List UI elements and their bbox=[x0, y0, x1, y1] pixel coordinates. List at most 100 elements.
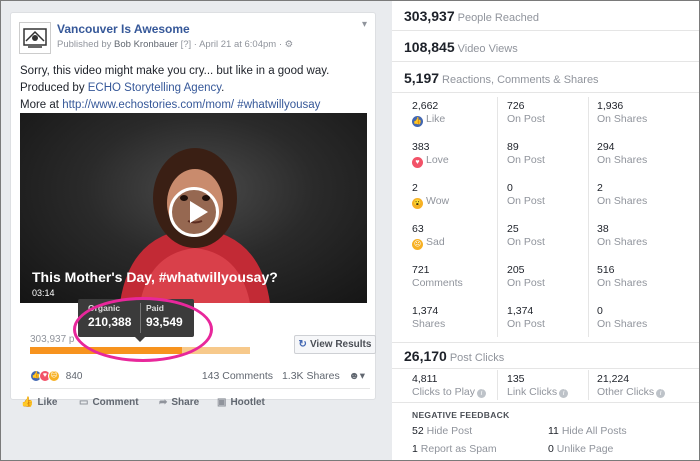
breakdown-total-cell: 1,374 Shares bbox=[412, 305, 445, 330]
breakdown-on-shares-cell-value: 0 bbox=[597, 305, 603, 317]
play-icon bbox=[190, 201, 208, 223]
reactions-summary[interactable]: 👍 ♥ ☹ 840 bbox=[30, 370, 82, 382]
paid-value: 93,549 bbox=[146, 315, 183, 329]
shares-count-link[interactable]: 1.3K Shares bbox=[282, 370, 340, 382]
unlike-page-label: Unlike Page bbox=[556, 443, 614, 455]
hide-post-stat: 52 Hide Post bbox=[412, 425, 472, 437]
thumbs-up-icon: 👍 bbox=[21, 397, 34, 408]
more-at-label: More at bbox=[20, 99, 63, 111]
on-shares-label: On Shares bbox=[597, 113, 648, 125]
breakdown-total-cell: 63 ☹ Sad bbox=[412, 223, 445, 250]
breakdown-on-post-cell-value: 25 bbox=[507, 223, 519, 235]
post-clicks-stat: 26,170 Post Clicks bbox=[404, 348, 504, 364]
video-views-stat: 108,845 Video Views bbox=[404, 39, 518, 55]
breakdown-on-shares-cell-value: 38 bbox=[597, 223, 609, 235]
insights-panel: 303,937 People Reached 108,845 Video Views… bbox=[392, 0, 700, 461]
negative-feedback-heading: NEGATIVE FEEDBACK bbox=[412, 410, 510, 420]
breakdown-on-post-cell: 205 On Post bbox=[507, 264, 545, 289]
share-button[interactable]: ➦ Share bbox=[159, 397, 199, 408]
tooltip-arrow bbox=[135, 337, 145, 342]
on-post-label: On Post bbox=[507, 154, 545, 166]
video-title: This Mother's Day, #whatwillyousay? bbox=[32, 269, 278, 285]
paid-label: Paid bbox=[146, 303, 164, 313]
row-label-text: Shares bbox=[412, 318, 446, 330]
post-timestamp[interactable]: [?] · April 21 at 6:04pm · ⚙ bbox=[181, 39, 294, 50]
grid-divider bbox=[588, 97, 589, 337]
post-text-line: Sorry, this video might make you cry... … bbox=[20, 65, 330, 77]
on-post-label: On Post bbox=[507, 113, 545, 125]
page-logo[interactable] bbox=[19, 22, 51, 54]
echo-url-link[interactable]: http://www.echostories.com/mom/ #whatwil… bbox=[62, 99, 320, 111]
video-duration: 03:14 bbox=[32, 288, 55, 298]
like-icon: 👍 bbox=[412, 116, 423, 127]
organic-value: 210,388 bbox=[88, 315, 132, 329]
post-options-chevron-icon[interactable]: ▾ bbox=[362, 19, 367, 30]
breakdown-on-shares-cell: 294 On Shares bbox=[597, 141, 647, 166]
hootlet-button[interactable]: ▣ Hootlet bbox=[217, 397, 265, 408]
info-icon[interactable]: i bbox=[559, 389, 569, 398]
view-results-button[interactable]: ↻ View Results bbox=[294, 335, 376, 354]
video-player[interactable]: This Mother's Day, #whatwillyousay? 03:1… bbox=[20, 113, 367, 303]
grid-divider bbox=[497, 97, 498, 337]
viewer-switch-icon[interactable]: ☻▾ bbox=[349, 370, 365, 382]
breakdown-total-cell-value: 63 bbox=[412, 223, 424, 235]
info-icon[interactable]: i bbox=[656, 389, 666, 398]
author-link[interactable]: Bob Kronbauer bbox=[114, 39, 178, 50]
reach-bar-fill bbox=[30, 347, 182, 354]
breakdown-on-post-cell-value: 726 bbox=[507, 100, 525, 112]
row-label-text: Like bbox=[426, 113, 446, 125]
engagement-counts: 143 Comments 1.3K Shares ☻▾ bbox=[196, 370, 365, 382]
page-name-link[interactable]: Vancouver Is Awesome bbox=[57, 22, 190, 36]
breakdown-on-shares-cell: 1,936 On Shares bbox=[597, 100, 647, 125]
breakdown-on-shares-cell-value: 2 bbox=[597, 182, 603, 194]
info-icon[interactable]: i bbox=[477, 389, 487, 398]
on-shares-label: On Shares bbox=[597, 195, 648, 207]
echo-agency-link[interactable]: ECHO Storytelling Agency bbox=[88, 82, 221, 94]
report-spam-stat: 1 Report as Spam bbox=[412, 443, 497, 455]
grid-divider bbox=[588, 370, 589, 400]
link-clicks-label: Link Clicks bbox=[507, 386, 558, 398]
share-label: Share bbox=[171, 397, 200, 408]
breakdown-on-shares-cell-value: 516 bbox=[597, 264, 615, 276]
hide-all-posts-stat: 11 Hide All Posts bbox=[548, 425, 627, 437]
hide-all-posts-label: Hide All Posts bbox=[561, 425, 627, 437]
row-label-text: Love bbox=[426, 154, 449, 166]
breakdown-on-shares-cell: 38 On Shares bbox=[597, 223, 647, 248]
on-shares-label: On Shares bbox=[597, 154, 648, 166]
view-results-label: View Results bbox=[309, 339, 372, 350]
post-clicks-label: Post Clicks bbox=[449, 352, 505, 364]
post-meta: Published by Bob Kronbauer [?] · April 2… bbox=[57, 39, 293, 50]
hide-post-label: Hide Post bbox=[426, 425, 473, 437]
breakdown-on-post-cell-value: 1,374 bbox=[507, 305, 534, 317]
play-button[interactable] bbox=[169, 187, 219, 237]
row-label-text: Comments bbox=[412, 277, 463, 289]
people-reached-label: People Reached bbox=[457, 12, 539, 24]
reactions-value: 5,197 bbox=[404, 70, 440, 86]
on-post-label: On Post bbox=[507, 195, 545, 207]
breakdown-total-cell: 383 ♥ Love bbox=[412, 141, 449, 168]
divider bbox=[392, 368, 700, 369]
like-button[interactable]: 👍 Like bbox=[21, 397, 57, 408]
breakdown-on-post-cell-value: 205 bbox=[507, 264, 525, 276]
divider bbox=[392, 342, 700, 343]
on-shares-label: On Shares bbox=[597, 318, 648, 330]
post-clicks-value: 26,170 bbox=[404, 348, 447, 364]
on-shares-label: On Shares bbox=[597, 277, 648, 289]
breakdown-total-cell: 2,662 👍 Like bbox=[412, 100, 445, 127]
sad-reaction-icon: ☹ bbox=[48, 370, 60, 382]
other-clicks-cell: 21,224 Other Clicks i bbox=[597, 373, 666, 398]
row-label: Comments bbox=[412, 277, 463, 289]
report-spam-value: 1 bbox=[412, 443, 418, 455]
divider bbox=[392, 402, 700, 403]
hootlet-icon: ▣ bbox=[217, 397, 227, 408]
reactions-stat: 5,197 Reactions, Comments & Shares bbox=[404, 70, 599, 86]
row-label: 👍 Like bbox=[412, 113, 445, 127]
comments-count-link[interactable]: 143 Comments bbox=[202, 370, 273, 382]
row-label: 😮 Wow bbox=[412, 195, 449, 209]
people-reached-stat: 303,937 People Reached bbox=[404, 8, 539, 24]
post-text-line: Produced by ECHO Storytelling Agency. bbox=[20, 80, 329, 97]
comment-button[interactable]: ▭ Comment bbox=[79, 397, 139, 408]
reach-bar[interactable] bbox=[30, 347, 250, 354]
on-post-label: On Post bbox=[507, 277, 545, 289]
report-spam-label: Report as Spam bbox=[420, 443, 497, 455]
